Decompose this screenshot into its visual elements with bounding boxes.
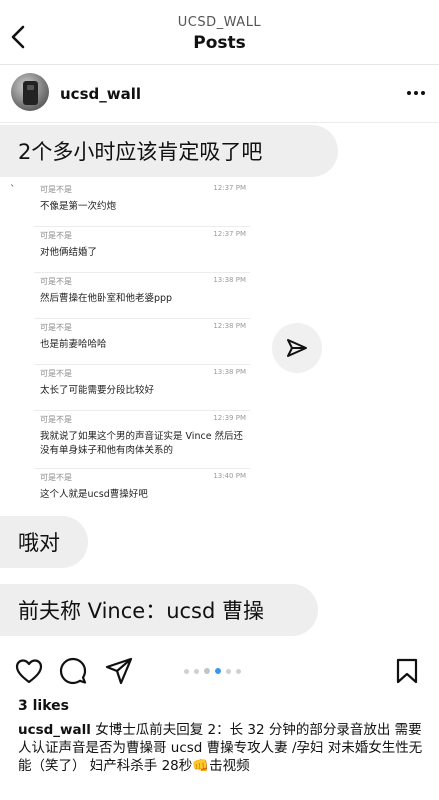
carousel-dot [204, 668, 210, 674]
top-header: UCSD_WALL Posts [0, 0, 439, 64]
message-time: 12:38 PM [213, 322, 246, 330]
message-text: 不像是第一次约炮 [40, 201, 117, 212]
message-sender: 可是不是 [40, 369, 72, 378]
post-header: ucsd_wall [0, 65, 439, 123]
chat-bubble: 2个多小时应该肯定吸了吧 [0, 125, 338, 177]
share-overlay-button[interactable] [272, 323, 322, 373]
message-text: 然后曹操在他卧室和他老婆ppp [40, 293, 173, 304]
paper-plane-icon [287, 339, 307, 357]
tick-mark: ` [10, 183, 16, 196]
action-bar [0, 652, 439, 690]
message-sender: 可是不是 [40, 415, 72, 424]
message-text: 我就说了如果这个男的声音证实是 Vince 然后还没有单身妹子和他有肉体关系的 [40, 431, 244, 456]
share-icon [105, 657, 133, 685]
chat-message: 可是不是 13:38 PM 太长了可能需要分段比较好 [34, 365, 250, 411]
chat-message: 可是不是 13:40 PM 这个人就是ucsd曹操好吧 [34, 469, 250, 511]
carousel-dot [194, 668, 199, 674]
post-caption: ucsd_wall 女博士瓜前夫回复 2：长 32 分钟的部分录音放出 需要人认… [18, 721, 430, 775]
bookmark-icon [396, 658, 418, 684]
message-text: 对他俩结婚了 [40, 247, 98, 258]
carousel-dot [236, 668, 241, 674]
comment-button[interactable] [58, 656, 88, 686]
post-image[interactable]: 2个多小时应该肯定吸了吧 ` 可是不是 12:37 PM 不像是第一次约炮 可是… [0, 123, 439, 647]
carousel-indicator [184, 668, 241, 674]
message-sender: 可是不是 [40, 185, 72, 194]
like-button[interactable] [14, 656, 44, 686]
chat-message: 可是不是 13:38 PM 然后曹操在他卧室和他老婆ppp [34, 273, 250, 319]
message-text: 也是前妻哈哈哈 [40, 339, 107, 350]
chat-bubble: 前夫称 Vince：ucsd 曹操 [0, 584, 318, 636]
message-text: 太长了可能需要分段比较好 [40, 385, 155, 396]
avatar-image [23, 81, 38, 105]
message-sender: 可是不是 [40, 323, 72, 332]
more-options-button[interactable] [407, 91, 425, 95]
message-time: 12:39 PM [213, 414, 246, 422]
more-dot-icon [414, 91, 418, 95]
message-time: 13:38 PM [213, 368, 246, 376]
heart-icon [15, 659, 43, 684]
caption-username[interactable]: ucsd_wall [18, 722, 91, 738]
header-account-name: UCSD_WALL [177, 15, 262, 30]
comment-icon [59, 657, 87, 685]
share-button[interactable] [104, 656, 134, 686]
message-sender: 可是不是 [40, 231, 72, 240]
message-time: 12:37 PM [213, 230, 246, 238]
carousel-dot [184, 668, 189, 674]
avatar[interactable] [11, 73, 49, 111]
chat-screenshot: 可是不是 12:37 PM 不像是第一次约炮 可是不是 12:37 PM 对他俩… [34, 181, 250, 511]
carousel-dot [226, 668, 231, 674]
page-title: Posts [193, 33, 246, 53]
more-dot-icon [407, 91, 411, 95]
message-text: 这个人就是ucsd曹操好吧 [40, 489, 148, 500]
carousel-dot-active [215, 668, 221, 674]
chat-message: 可是不是 12:37 PM 对他俩结婚了 [34, 227, 250, 273]
chat-message: 可是不是 12:37 PM 不像是第一次约炮 [34, 181, 250, 227]
post-username[interactable]: ucsd_wall [60, 85, 141, 103]
chat-bubble: 哦对 [0, 516, 88, 568]
message-sender: 可是不是 [40, 473, 72, 482]
message-time: 12:37 PM [213, 184, 246, 192]
chat-message: 可是不是 12:38 PM 也是前妻哈哈哈 [34, 319, 250, 365]
chat-message: 可是不是 12:39 PM 我就说了如果这个男的声音证实是 Vince 然后还没… [34, 411, 250, 469]
more-dot-icon [421, 91, 425, 95]
message-time: 13:38 PM [213, 276, 246, 284]
likes-count[interactable]: 3 likes [18, 698, 69, 714]
message-time: 13:40 PM [213, 472, 246, 480]
save-button[interactable] [392, 656, 422, 686]
message-sender: 可是不是 [40, 277, 72, 286]
